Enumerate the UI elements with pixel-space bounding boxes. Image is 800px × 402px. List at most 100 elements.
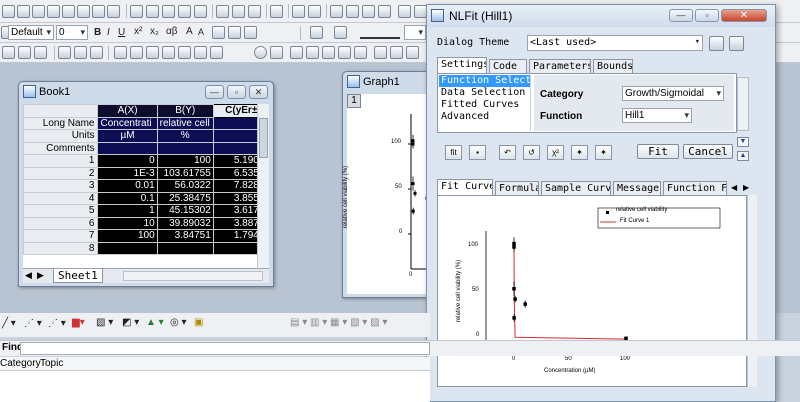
code-builder-icon[interactable]: [378, 5, 391, 18]
add-column-icon[interactable]: [114, 46, 127, 59]
cell[interactable]: 100: [97, 229, 158, 243]
line-style-combo[interactable]: [360, 27, 400, 39]
save-template-icon[interactable]: [194, 5, 207, 18]
new-workbook-icon[interactable]: [17, 5, 30, 18]
import-ascii-icon[interactable]: [216, 5, 229, 18]
horizontal-scrollbar[interactable]: [123, 271, 263, 281]
tab-formula[interactable]: Formula: [495, 181, 539, 195]
cell[interactable]: 10: [97, 216, 158, 230]
project-explorer-icon[interactable]: [330, 5, 343, 18]
normalize-icon[interactable]: [74, 46, 87, 59]
row-label-comments[interactable]: Comments: [23, 141, 99, 155]
cell[interactable]: %: [156, 129, 214, 143]
column-tool-icon[interactable]: ▆▾: [72, 317, 85, 328]
tab-fit-curve[interactable]: Fit Curve: [437, 179, 493, 195]
minimize-button[interactable]: —: [205, 85, 224, 99]
row-number[interactable]: 4: [23, 191, 99, 205]
tabs-scroll-right-button[interactable]: ▶: [743, 183, 749, 192]
cell[interactable]: 39.89032: [156, 216, 214, 230]
cell[interactable]: [97, 241, 158, 255]
cell[interactable]: 0: [97, 154, 158, 168]
column-statistics-icon[interactable]: [2, 46, 15, 59]
export-icon[interactable]: [290, 46, 303, 59]
cell[interactable]: µM: [97, 129, 158, 143]
row-label-long-name[interactable]: Long Name: [23, 116, 99, 130]
new-folder-icon[interactable]: [398, 5, 411, 18]
merge-icon[interactable]: [390, 46, 403, 59]
expand-up-button[interactable]: ▼: [737, 137, 749, 147]
clock-icon[interactable]: [254, 46, 267, 59]
decrease-font-button[interactable]: A: [198, 27, 204, 37]
graph1-title-bar[interactable]: Graph1: [343, 72, 431, 92]
restore-button[interactable]: ▫: [227, 85, 246, 99]
command-window-icon[interactable]: [362, 5, 375, 18]
save-settings-icon[interactable]: ▪: [469, 145, 486, 160]
cell[interactable]: [156, 141, 214, 155]
fit-one-iteration-icon[interactable]: fit: [445, 145, 462, 160]
surface-tool-icon[interactable]: ▲ ▾: [146, 317, 164, 328]
fit-until-converged-icon[interactable]: ✦: [571, 145, 588, 160]
cell[interactable]: 0.01: [97, 179, 158, 193]
tab-sample-curve[interactable]: Sample Curve: [541, 181, 611, 195]
column-header-a[interactable]: A(X): [97, 104, 158, 118]
font-name-combo[interactable]: Default: [8, 25, 54, 40]
worksheet-grid[interactable]: A(X) B(Y) C(yEr±) Long Name Concentrati …: [23, 104, 265, 268]
graph1-window[interactable]: Graph1 1 100 50 0 0 relative cell viabil…: [342, 71, 432, 298]
window-tile-icon[interactable]: [306, 46, 319, 59]
chi-square-icon[interactable]: χ²: [547, 145, 564, 160]
row-number[interactable]: 2: [23, 166, 99, 180]
line-width-combo[interactable]: [404, 25, 426, 40]
set-column-values-icon[interactable]: [90, 46, 103, 59]
polar-tool-icon[interactable]: ◎ ▾: [170, 317, 187, 328]
worksheet-vertical-scrollbar[interactable]: [257, 104, 269, 268]
dialog-theme-combo[interactable]: <Last used>: [527, 35, 703, 51]
line-tool-icon[interactable]: ╱ ▾: [2, 318, 16, 329]
function-combo[interactable]: Hill1: [622, 108, 692, 123]
sort-icon[interactable]: [34, 46, 47, 59]
new-graph-icon[interactable]: [32, 5, 45, 18]
graph-page[interactable]: 1 100 50 0 0 relative cell viability (%): [343, 94, 431, 294]
cell[interactable]: [156, 241, 214, 255]
add-sheet-icon[interactable]: [130, 46, 143, 59]
new-project-icon[interactable]: [2, 5, 15, 18]
new-function-icon[interactable]: [62, 5, 75, 18]
sheet-tab-sheet1[interactable]: Sheet1: [53, 269, 103, 283]
tree-item-fitted-curves[interactable]: Fitted Curves: [439, 99, 530, 111]
font-size-combo[interactable]: 0: [56, 25, 88, 40]
split-icon[interactable]: [406, 46, 419, 59]
nlfit-maximize-button[interactable]: ▫: [695, 9, 719, 22]
cell[interactable]: 1E-3: [97, 166, 158, 180]
copy-page-icon[interactable]: [292, 5, 305, 18]
histogram-icon[interactable]: [210, 46, 223, 59]
export-page-icon[interactable]: [308, 5, 321, 18]
tree-item-advanced[interactable]: Advanced: [439, 111, 530, 123]
save-project-icon[interactable]: [178, 5, 191, 18]
new-matrix-icon[interactable]: [47, 5, 60, 18]
zoom-icon[interactable]: [338, 46, 351, 59]
cell[interactable]: 103.61755: [156, 166, 214, 180]
align-left-icon[interactable]: [212, 26, 225, 39]
new-layout-icon[interactable]: [77, 5, 90, 18]
open-template-icon[interactable]: [146, 5, 159, 18]
theme-menu-icon[interactable]: [729, 36, 744, 51]
fit-button[interactable]: Fit: [637, 144, 679, 159]
row-number[interactable]: 1: [23, 154, 99, 168]
open-excel-icon[interactable]: [162, 5, 175, 18]
table-icon[interactable]: [194, 46, 207, 59]
greek-button[interactable]: αβ: [166, 26, 178, 37]
help-category-tab[interactable]: Category: [0, 358, 41, 369]
cell[interactable]: relative cell: [156, 116, 214, 130]
import-wizard-icon[interactable]: [248, 5, 261, 18]
find-input[interactable]: [20, 342, 430, 355]
import-multiple-icon[interactable]: [232, 5, 245, 18]
tabs-scroll-left-button[interactable]: ◀: [731, 183, 737, 192]
cell[interactable]: 56.0322: [156, 179, 214, 193]
contour-tool-icon[interactable]: ◩ ▾: [122, 317, 139, 328]
row-height-icon[interactable]: [162, 46, 175, 59]
scrollbar-thumb[interactable]: [259, 118, 268, 158]
row-number[interactable]: 6: [23, 216, 99, 230]
help-topic-tab[interactable]: Topic: [40, 358, 63, 369]
column-header-b[interactable]: B(Y): [156, 104, 214, 118]
reset-icon[interactable]: ↺: [523, 145, 540, 160]
open-icon[interactable]: [130, 5, 143, 18]
